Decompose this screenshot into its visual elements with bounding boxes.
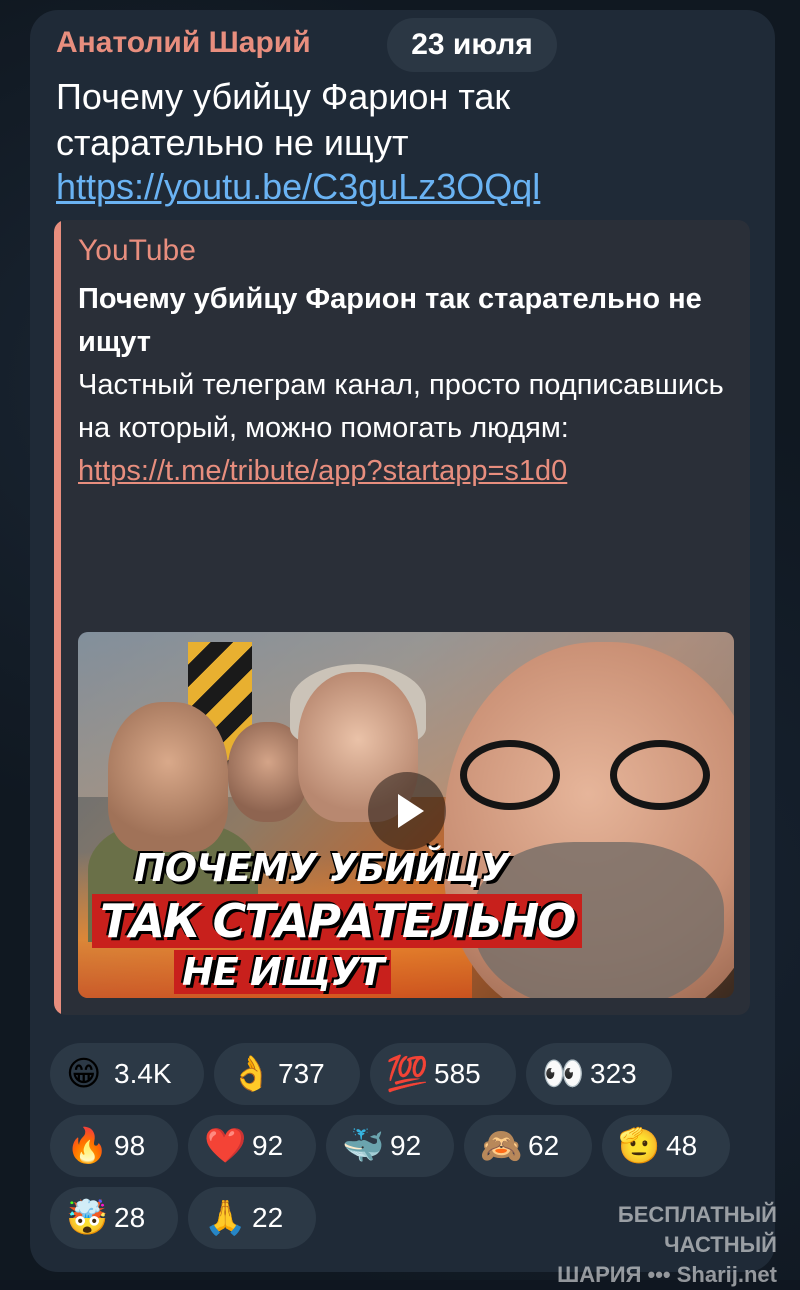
whale-icon: 🐳: [342, 1126, 384, 1166]
reaction-heart[interactable]: ❤️92: [188, 1115, 316, 1177]
reaction-count: 92: [252, 1130, 283, 1162]
fire-icon: 🔥: [66, 1126, 108, 1166]
grin-icon: 😁: [66, 1054, 108, 1094]
hundred-icon: 💯: [386, 1054, 428, 1094]
reaction-exploding-head[interactable]: 🤯28: [50, 1187, 178, 1249]
reaction-pray[interactable]: 🙏22: [188, 1187, 316, 1249]
reaction-ok[interactable]: 👌737: [214, 1043, 360, 1105]
video-thumbnail[interactable]: ПОЧЕМУ УБИЙЦУ ТАК СТАРАТЕЛЬНО НЕ ИЩУТ: [78, 632, 734, 998]
pray-icon: 🙏: [204, 1198, 246, 1238]
link-preview[interactable]: YouTube Почему убийцу Фарион так старате…: [54, 220, 750, 1015]
thumbnail-caption-1: ПОЧЕМУ УБИЙЦУ: [134, 846, 509, 890]
reaction-count: 737: [278, 1058, 325, 1090]
preview-description-link[interactable]: https://t.me/tribute/app?startapp=s1d0: [78, 455, 567, 487]
reaction-see-no-evil[interactable]: 🙈62: [464, 1115, 592, 1177]
reaction-count: 62: [528, 1130, 559, 1162]
reaction-count: 92: [390, 1130, 421, 1162]
message-text: Почему убийцу Фарион так старательно не …: [56, 74, 676, 166]
preview-accent-bar: [54, 220, 61, 1015]
date-badge: 23 июля: [387, 18, 557, 72]
sender-name[interactable]: Анатолий Шарий: [56, 26, 311, 60]
preview-description: Частный телеграм канал, просто подписавш…: [78, 364, 738, 493]
watermark-line-2: ШАРИЯ ••• Sharij.net: [512, 1260, 777, 1290]
preview-description-text: Частный телеграм канал, просто подписавш…: [78, 369, 724, 444]
thumbnail-caption-2: ТАК СТАРАТЕЛЬНО: [92, 894, 582, 948]
heart-icon: ❤️: [204, 1126, 246, 1166]
salute-icon: 🫡: [618, 1126, 660, 1166]
reaction-whale[interactable]: 🐳92: [326, 1115, 454, 1177]
reaction-count: 28: [114, 1202, 145, 1234]
person-left-face: [108, 702, 228, 852]
message-link[interactable]: https://youtu.be/C3guLz3OQql: [56, 164, 540, 210]
glasses-icon: [460, 740, 710, 810]
reaction-count: 22: [252, 1202, 283, 1234]
reaction-eyes[interactable]: 👀323: [526, 1043, 672, 1105]
reaction-count: 48: [666, 1130, 697, 1162]
watermark-line-1: БЕСПЛАТНЫЙ ЧАСТНЫЙ: [512, 1200, 777, 1260]
reaction-count: 323: [590, 1058, 637, 1090]
preview-site-name: YouTube: [78, 234, 196, 268]
eyes-icon: 👀: [542, 1054, 584, 1094]
reaction-hundred[interactable]: 💯585: [370, 1043, 516, 1105]
ok-hand-icon: 👌: [230, 1054, 272, 1094]
reaction-grin[interactable]: 😁3.4K: [50, 1043, 204, 1105]
reaction-fire[interactable]: 🔥98: [50, 1115, 178, 1177]
preview-title: Почему убийцу Фарион так старательно не …: [78, 278, 738, 364]
play-icon[interactable]: [368, 772, 446, 850]
reaction-count: 98: [114, 1130, 145, 1162]
see-no-evil-monkey-icon: 🙈: [480, 1126, 522, 1166]
exploding-head-icon: 🤯: [66, 1198, 108, 1238]
reaction-salute[interactable]: 🫡48: [602, 1115, 730, 1177]
watermark: БЕСПЛАТНЫЙ ЧАСТНЫЙ ШАРИЯ ••• Sharij.net: [512, 1200, 777, 1290]
reaction-count: 3.4K: [114, 1058, 172, 1090]
thumbnail-caption-3: НЕ ИЩУТ: [174, 950, 391, 994]
reaction-count: 585: [434, 1058, 481, 1090]
